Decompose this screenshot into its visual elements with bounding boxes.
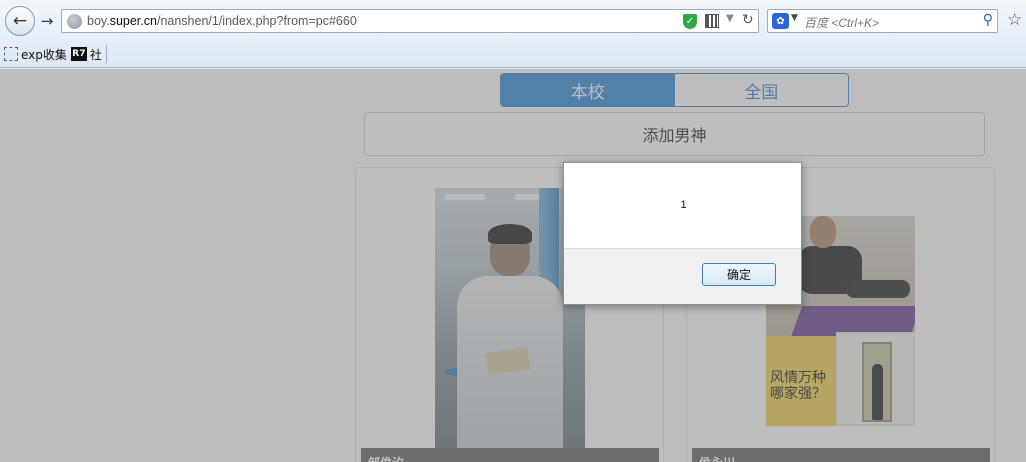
reload-icon[interactable]: ↻ — [742, 12, 754, 28]
search-engine-dropdown-icon[interactable]: ▼ — [791, 13, 798, 23]
globe-icon — [67, 14, 82, 29]
bookmarks-toolbar: exp收集 R7 社 — [0, 42, 107, 66]
search-placeholder: 百度 <Ctrl+K> — [804, 16, 880, 30]
url-text[interactable]: boy.super.cn/nanshen/1/index.php?from=pc… — [87, 14, 357, 28]
address-bar[interactable]: boy.super.cn/nanshen/1/index.php?from=pc… — [61, 9, 759, 33]
qr-code-icon[interactable] — [705, 14, 719, 28]
page-content: 本校 全国 添加男神 邹俊汐 风情万种 哪家强？ — [0, 69, 1026, 462]
alert-dialog: 1 确定 — [563, 162, 802, 305]
bookmark-r7[interactable]: R7 社 — [70, 46, 102, 63]
shield-icon[interactable]: ✓ — [683, 14, 697, 29]
ok-button[interactable]: 确定 — [702, 263, 776, 286]
arrow-right-icon: → — [40, 12, 54, 30]
baidu-paw-icon[interactable]: ✿ — [772, 13, 789, 29]
modal-backdrop — [0, 69, 1026, 462]
dropdown-arrow-icon[interactable]: ▼ — [726, 13, 734, 24]
bookmark-label: 社 — [89, 47, 102, 62]
url-prefix: boy. — [87, 14, 110, 28]
forward-button[interactable]: → — [37, 11, 57, 31]
search-bar[interactable]: ✿ ▼ 百度 <Ctrl+K> ⚲ — [767, 9, 998, 33]
toolbar-divider — [105, 45, 107, 63]
bookmark-exp[interactable]: exp收集 — [4, 46, 67, 63]
bookmark-star-icon[interactable]: ☆ — [1007, 10, 1022, 30]
magnifier-icon[interactable]: ⚲ — [983, 12, 993, 28]
arrow-left-icon: ← — [12, 11, 28, 31]
alert-message: 1 — [680, 199, 687, 211]
r7-icon: R7 — [70, 47, 87, 61]
browser-chrome: ← → boy.super.cn/nanshen/1/index.php?fro… — [0, 0, 1026, 68]
alert-footer: 确定 — [564, 248, 801, 304]
back-button[interactable]: ← — [5, 6, 35, 36]
url-path: /nanshen/1/index.php?from=pc#660 — [156, 14, 357, 28]
bookmark-label: exp收集 — [21, 47, 67, 62]
url-domain: super.cn — [109, 14, 157, 28]
dashed-square-icon — [4, 47, 18, 61]
